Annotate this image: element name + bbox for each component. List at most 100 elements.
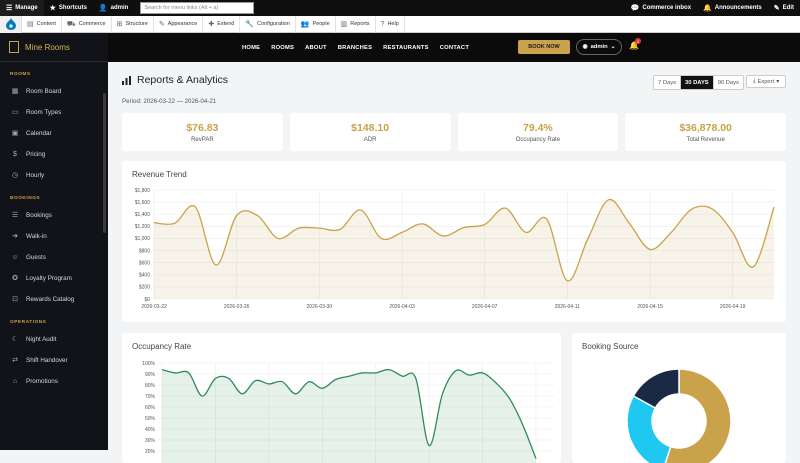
kpi-value: $76.83 xyxy=(186,121,219,134)
tray-commerce[interactable]: ⛟ Commerce xyxy=(62,15,112,33)
admin-toolbar: ☰ Manage ★ Shortcuts 👤 admin Search for men… xyxy=(0,0,800,16)
sidebar-scrollbar[interactable] xyxy=(103,93,106,233)
caret-down-icon: ▾ xyxy=(776,78,780,85)
tray-structure-label: Structure xyxy=(125,21,148,27)
donut-slice xyxy=(626,394,672,463)
sidebar-item-bookings[interactable]: ☰ Bookings xyxy=(0,205,108,226)
kpi-value: $36,878.00 xyxy=(679,121,732,134)
revenue-chart: $1,800 $1,600 $1,400 $1,200 $1,000 $800 $600 $4… xyxy=(135,188,775,310)
tray-people[interactable]: 👥 People xyxy=(296,15,336,33)
manage-label: Manage xyxy=(15,5,38,11)
revenue-chart-card: Revenue Trend $1,800 $1,600 $1,400 $1,200 $1… xyxy=(122,161,786,322)
x-tick-label: 2026-04-19 xyxy=(720,304,746,310)
tray-reports[interactable]: ▥ Reports xyxy=(336,15,376,33)
y-tick-label: 40% xyxy=(145,427,156,433)
tray-content[interactable]: ▤ Content xyxy=(22,15,62,33)
sidebar-item-hourly[interactable]: ◷ Hourly xyxy=(0,165,108,186)
notification-badge: 1 xyxy=(635,38,641,44)
revenue-point xyxy=(381,238,383,240)
gift-icon: ⊡ xyxy=(12,296,18,303)
tray-reports-label: Reports xyxy=(350,21,370,27)
nav-branches[interactable]: BRANCHES xyxy=(338,45,372,51)
y-tick-label: 100% xyxy=(142,361,155,367)
revenue-point xyxy=(670,232,672,234)
menu-search-input[interactable]: Search for menu links (Alt + a) xyxy=(140,2,255,14)
shortcuts-menu[interactable]: ★ Shortcuts xyxy=(44,0,93,16)
sidebar-item-label: Loyalty Program xyxy=(26,275,72,282)
booking-source-card: Booking Source xyxy=(572,333,786,463)
kpi-revpar: $76.83 RevPAR xyxy=(122,113,283,151)
tray-structure[interactable]: ⊞ Structure xyxy=(112,15,154,33)
user-menu[interactable]: 👤 admin xyxy=(93,0,134,16)
range-30-days[interactable]: 30 DAYS xyxy=(681,76,714,89)
users-icon: ☺ xyxy=(11,254,19,261)
revenue-point xyxy=(753,266,755,268)
sidebar-item-shift-handover[interactable]: ⇄ Shift Handover xyxy=(0,350,108,371)
revenue-point xyxy=(505,207,507,209)
tray-appearance-label: Appearance xyxy=(167,21,198,27)
section-bookings: BOOKINGS xyxy=(10,196,41,201)
announcements-label: Announcements xyxy=(714,5,762,11)
brand[interactable]: Mine Rooms xyxy=(0,33,108,62)
sidebar-item-label: Walk-in xyxy=(26,233,47,240)
sidebar-item-night-audit[interactable]: ☾ Night Audit xyxy=(0,329,108,350)
tray-extend[interactable]: ✚ Extend xyxy=(203,15,241,33)
edit-toggle[interactable]: ✎ Edit xyxy=(768,0,800,16)
sidebar-item-room-board[interactable]: ▦ Room Board xyxy=(0,81,108,102)
drupal-logo-icon[interactable] xyxy=(0,15,22,33)
sidebar-item-loyalty-program[interactable]: ✪ Loyalty Program xyxy=(0,268,108,289)
sidebar-item-label: Room Types xyxy=(26,109,62,116)
nav-restaurants[interactable]: RESTAURANTS xyxy=(383,45,429,51)
user-dropdown[interactable]: ◉ admin ⌄ xyxy=(576,39,622,55)
commerce-inbox[interactable]: 💬 Commerce inbox xyxy=(625,0,697,16)
sidebar-item-promotions[interactable]: ⌂ Promotions xyxy=(0,371,108,392)
tray-appearance[interactable]: ✎ Appearance xyxy=(154,15,204,33)
nav-rooms[interactable]: ROOMS xyxy=(271,45,294,51)
moon-icon: ☾ xyxy=(11,336,19,343)
booking-source-chart xyxy=(626,368,732,463)
period-text: Period: 2026-03-22 — 2026-04-21 xyxy=(122,98,217,105)
user-circle-icon: ◉ xyxy=(582,44,588,50)
nav-about[interactable]: ABOUT xyxy=(305,45,327,51)
sidebar-item-label: Calendar xyxy=(26,130,52,137)
announcements[interactable]: 🔔 Announcements xyxy=(697,0,768,16)
kpi-label: ADR xyxy=(363,136,377,143)
sidebar-item-room-types[interactable]: ▭ Room Types xyxy=(0,102,108,123)
sidebar-item-pricing[interactable]: $ Pricing xyxy=(0,144,108,165)
y-tick-label: 70% xyxy=(145,394,156,400)
wrench-icon: 🔧 xyxy=(245,20,255,28)
tray-configuration[interactable]: 🔧 Configuration xyxy=(240,15,296,33)
tray-help-label: Help xyxy=(387,21,399,27)
book-now-button[interactable]: BOOK NOW xyxy=(518,40,570,54)
nav-home[interactable]: HOME xyxy=(242,45,260,51)
y-tick-label: $1,200 xyxy=(135,224,151,230)
nav-contact[interactable]: CONTACT xyxy=(440,45,469,51)
kpi-label: Total Revenue xyxy=(686,136,725,143)
user-dropdown-label: admin xyxy=(590,44,608,50)
revenue-point xyxy=(277,238,279,240)
sidebar-item-rewards-catalog[interactable]: ⊡ Rewards Catalog xyxy=(0,289,108,310)
export-button[interactable]: ⤓ Export ▾ xyxy=(746,75,786,88)
range-90-days[interactable]: 90 Days xyxy=(713,76,743,89)
x-tick-label: 2026-04-07 xyxy=(472,304,498,310)
sidebar-item-walk-in[interactable]: ➜ Walk-in xyxy=(0,226,108,247)
y-tick-label: 50% xyxy=(145,416,156,422)
sidebar-item-calendar[interactable]: ▣ Calendar xyxy=(0,123,108,144)
x-tick-label: 2026-04-03 xyxy=(389,304,415,310)
kpi-value: $148.10 xyxy=(351,121,390,134)
revenue-point xyxy=(711,208,713,210)
revenue-point xyxy=(422,223,424,225)
range-7-days[interactable]: 7 Days xyxy=(654,76,682,89)
tray-help[interactable]: ? Help xyxy=(376,15,405,33)
occupancy-area xyxy=(162,369,536,463)
revenue-point xyxy=(546,218,548,220)
commerce-inbox-label: Commerce inbox xyxy=(642,5,692,11)
main-content: Reports & Analytics Period: 2026-03-22 —… xyxy=(108,62,800,463)
main-nav: HOME ROOMS ABOUT BRANCHES RESTAURANTS CO… xyxy=(242,45,469,51)
revenue-point xyxy=(257,215,259,217)
manage-menu[interactable]: ☰ Manage xyxy=(0,0,44,16)
chat-icon: 💬 xyxy=(630,4,640,12)
sidebar-item-label: Bookings xyxy=(26,212,52,219)
x-tick-label: 2026-03-26 xyxy=(224,304,250,310)
sidebar-item-guests[interactable]: ☺ Guests xyxy=(0,247,108,268)
